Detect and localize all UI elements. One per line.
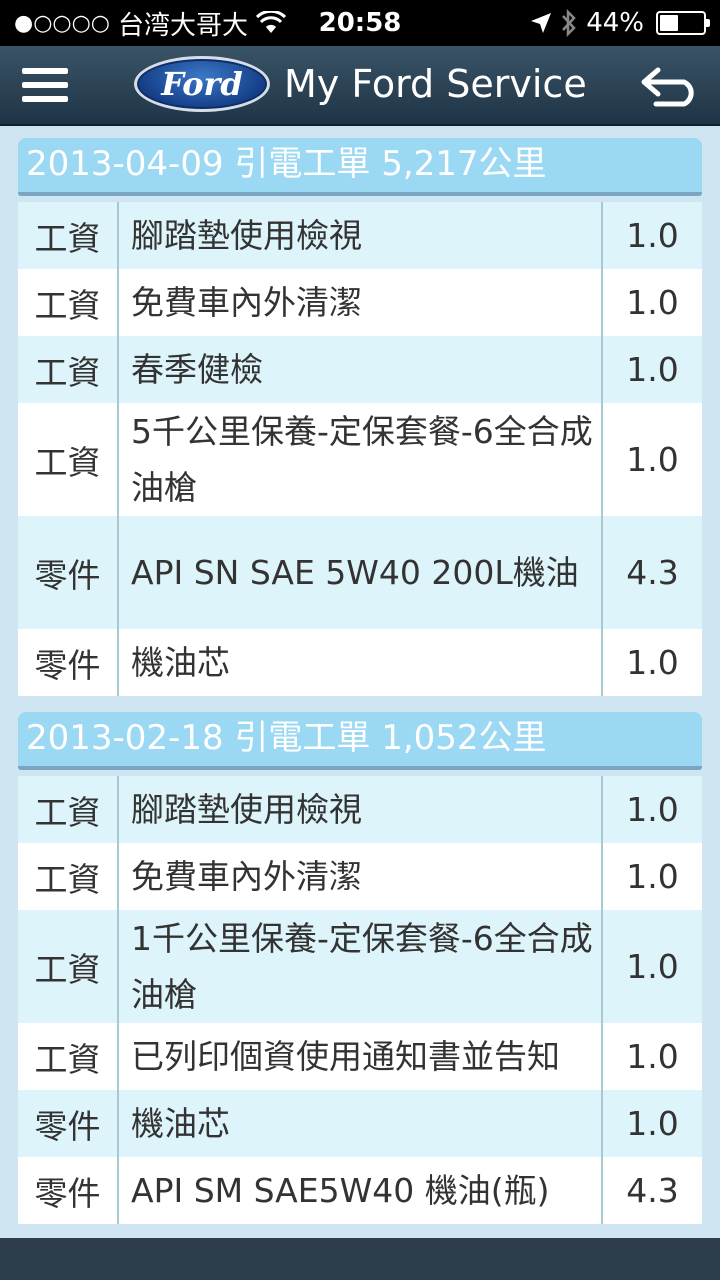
item-type: 工資 [18, 403, 119, 516]
item-type: 工資 [18, 202, 119, 269]
item-type: 零件 [18, 1090, 119, 1157]
carrier-name: 台湾大哥大 [117, 10, 248, 41]
item-type: 零件 [18, 516, 119, 629]
item-description: 免費車內外清潔 [118, 269, 603, 336]
item-type: 工資 [18, 269, 119, 336]
item-type: 零件 [18, 629, 119, 696]
item-type: 工資 [18, 843, 119, 910]
table-row: 工資 1千公里保養-定保套餐-6全合成油槍 1.0 [18, 910, 702, 1023]
item-description: 5千公里保養-定保套餐-6全合成油槍 [118, 403, 603, 516]
item-description: 免費車內外清潔 [118, 843, 603, 910]
content: 2013-04-09 引電工單 5,217公里 工資 腳踏墊使用檢視 1.0 工… [18, 138, 702, 1240]
item-quantity: 1.0 [602, 910, 702, 1023]
item-type: 工資 [18, 910, 119, 1023]
table-row: 工資 免費車內外清潔 1.0 [18, 269, 702, 336]
bluetooth-icon [562, 9, 576, 37]
table-row: 工資 腳踏墊使用檢視 1.0 [18, 776, 702, 843]
status-bar: ●○○○○ 台湾大哥大 20:58 44% [0, 0, 720, 46]
item-quantity: 1.0 [602, 776, 702, 843]
record-table: 工資 腳踏墊使用檢視 1.0 工資 免費車內外清潔 1.0 工資 1千公里保養-… [18, 776, 702, 1224]
battery-icon [656, 11, 710, 35]
table-row: 工資 腳踏墊使用檢視 1.0 [18, 202, 702, 269]
table-row: 零件 機油芯 1.0 [18, 629, 702, 696]
item-description: API SM SAE5W40 機油(瓶) [118, 1157, 603, 1224]
item-description: 1千公里保養-定保套餐-6全合成油槍 [118, 910, 603, 1023]
item-description: 機油芯 [118, 1090, 603, 1157]
location-arrow-icon [531, 13, 552, 33]
service-record: 2013-04-09 引電工單 5,217公里 工資 腳踏墊使用檢視 1.0 工… [18, 138, 702, 696]
item-quantity: 1.0 [602, 843, 702, 910]
item-type: 工資 [18, 776, 119, 843]
table-row: 工資 春季健檢 1.0 [18, 336, 702, 403]
item-quantity: 1.0 [602, 202, 702, 269]
battery-percent: 44% [586, 8, 644, 38]
record-table: 工資 腳踏墊使用檢視 1.0 工資 免費車內外清潔 1.0 工資 春季健檢 1.… [18, 202, 702, 696]
item-description: 腳踏墊使用檢視 [118, 776, 603, 843]
service-record: 2013-02-18 引電工單 1,052公里 工資 腳踏墊使用檢視 1.0 工… [18, 712, 702, 1224]
item-description: 春季健檢 [118, 336, 603, 403]
item-description: 機油芯 [118, 629, 603, 696]
ford-logo: Ford [134, 56, 270, 112]
item-quantity: 1.0 [602, 1090, 702, 1157]
item-description: 已列印個資使用通知書並告知 [118, 1023, 603, 1090]
nav-bar: Ford My Ford Service [0, 46, 720, 126]
table-row: 工資 已列印個資使用通知書並告知 1.0 [18, 1023, 702, 1090]
item-type: 工資 [18, 336, 119, 403]
item-quantity: 1.0 [602, 1023, 702, 1090]
wifi-icon [256, 11, 286, 33]
table-row: 零件 API SN SAE 5W40 200L機油 4.3 [18, 516, 702, 629]
item-quantity: 1.0 [602, 336, 702, 403]
brand: Ford My Ford Service [134, 56, 587, 112]
item-quantity: 1.0 [602, 269, 702, 336]
table-row: 工資 5千公里保養-定保套餐-6全合成油槍 1.0 [18, 403, 702, 516]
item-quantity: 4.3 [602, 516, 702, 629]
item-type: 工資 [18, 1023, 119, 1090]
record-header: 2013-02-18 引電工單 1,052公里 [18, 712, 702, 770]
record-header: 2013-04-09 引電工單 5,217公里 [18, 138, 702, 196]
page-title: My Ford Service [284, 62, 587, 106]
table-row: 零件 機油芯 1.0 [18, 1090, 702, 1157]
table-row: 零件 API SM SAE5W40 機油(瓶) 4.3 [18, 1157, 702, 1224]
table-row: 工資 免費車內外清潔 1.0 [18, 843, 702, 910]
bottom-bar [0, 1238, 720, 1280]
item-quantity: 1.0 [602, 403, 702, 516]
battery-level [660, 15, 679, 31]
menu-icon[interactable] [22, 68, 68, 102]
item-description: API SN SAE 5W40 200L機油 [118, 516, 603, 629]
status-right: 44% [530, 8, 710, 38]
item-quantity: 4.3 [602, 1157, 702, 1224]
signal-strength: ●○○○○ [14, 10, 110, 36]
back-arrow-icon[interactable] [640, 64, 702, 108]
item-type: 零件 [18, 1157, 119, 1224]
item-quantity: 1.0 [602, 629, 702, 696]
item-description: 腳踏墊使用檢視 [118, 202, 603, 269]
status-left: ●○○○○ 台湾大哥大 [14, 5, 286, 42]
